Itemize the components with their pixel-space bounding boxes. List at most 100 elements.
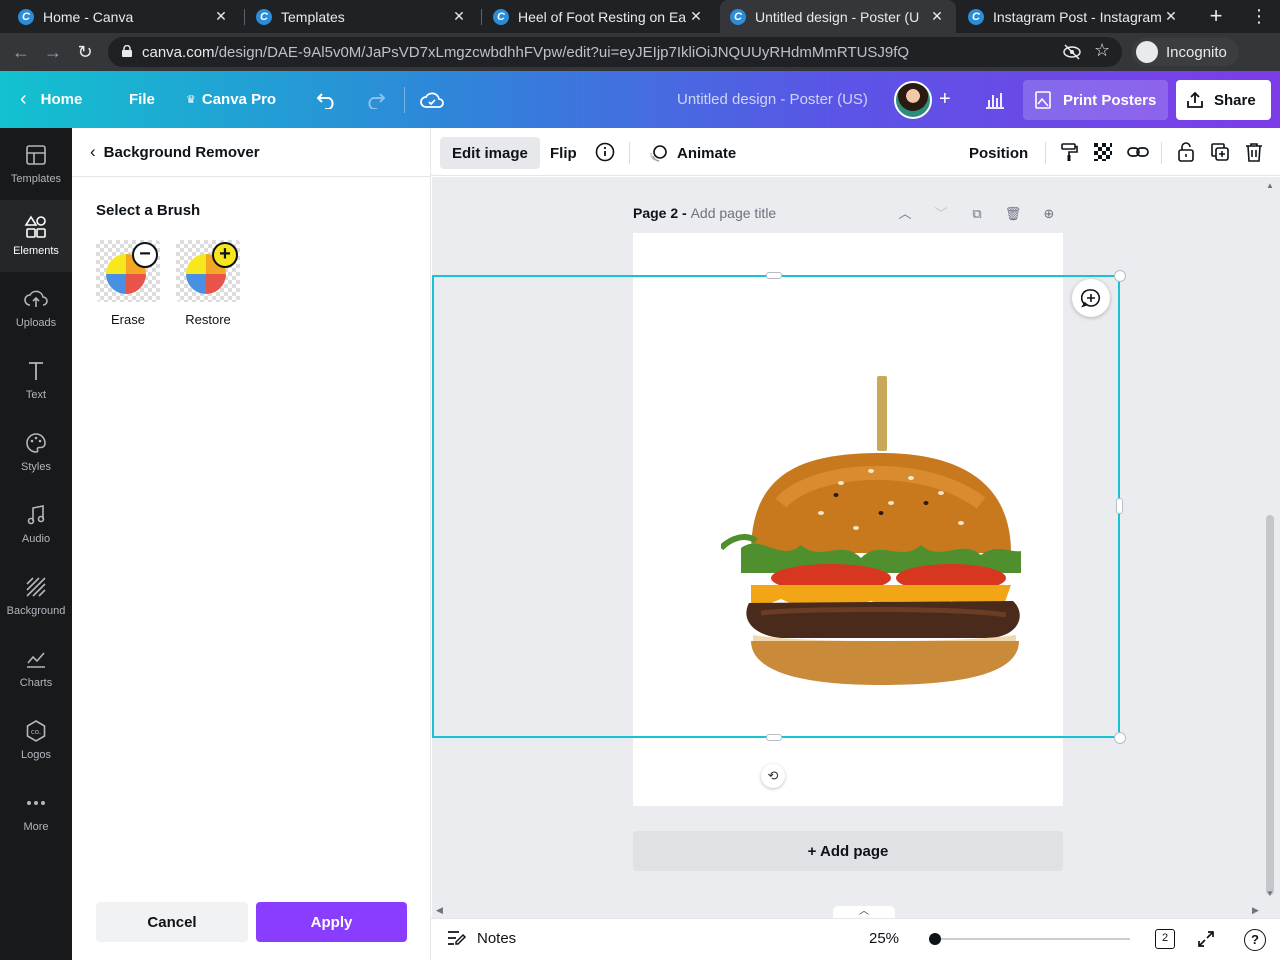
- browser-tab-untitled-design[interactable]: C Untitled design - Poster (U ✕: [720, 0, 956, 33]
- fullscreen-expand-icon[interactable]: [1196, 929, 1216, 949]
- share-upload-icon: [1187, 91, 1203, 108]
- scroll-right-arrow-icon[interactable]: ▶: [1252, 905, 1259, 916]
- redo-button[interactable]: [364, 71, 386, 128]
- zoom-slider-knob[interactable]: [929, 933, 941, 945]
- cancel-button[interactable]: Cancel: [96, 902, 248, 942]
- info-icon[interactable]: [594, 141, 616, 163]
- chevron-down-icon[interactable]: ﹀: [932, 205, 950, 223]
- apply-button[interactable]: Apply: [256, 902, 407, 942]
- resize-handle-right[interactable]: [1116, 498, 1123, 514]
- user-avatar[interactable]: [894, 81, 932, 119]
- rail-label: More: [23, 821, 49, 833]
- close-tab-icon[interactable]: ✕: [212, 8, 230, 25]
- browser-tab-home[interactable]: C Home - Canva ✕: [8, 0, 240, 33]
- undo-button[interactable]: [316, 71, 338, 128]
- position-button[interactable]: Position: [957, 137, 1040, 169]
- rail-item-text[interactable]: Text: [0, 344, 72, 416]
- rail-item-uploads[interactable]: Uploads: [0, 272, 72, 344]
- panel-back-button[interactable]: ‹ Background Remover: [72, 128, 431, 177]
- duplicate-page-icon[interactable]: ⧉: [968, 205, 986, 223]
- scroll-left-arrow-icon[interactable]: ◀: [436, 905, 443, 916]
- flip-button[interactable]: Flip: [538, 137, 589, 169]
- reload-icon[interactable]: ↻: [74, 41, 96, 63]
- print-posters-button[interactable]: Print Posters: [1023, 80, 1168, 120]
- tab-title: Home - Canva: [43, 8, 134, 25]
- insights-button[interactable]: [985, 71, 1005, 128]
- incognito-indicator[interactable]: Incognito: [1132, 38, 1239, 66]
- link-icon[interactable]: [1127, 141, 1149, 163]
- close-tab-icon[interactable]: ✕: [928, 8, 946, 25]
- chevron-up-icon[interactable]: ︿: [896, 205, 914, 223]
- animate-button[interactable]: Animate: [637, 137, 748, 169]
- rail-item-styles[interactable]: Styles: [0, 416, 72, 488]
- edit-image-button[interactable]: Edit image: [440, 137, 540, 169]
- url-host: canva.com: [142, 44, 215, 61]
- close-tab-icon[interactable]: ✕: [450, 8, 468, 25]
- bookmark-star-icon[interactable]: ☆: [1094, 40, 1110, 61]
- notes-button[interactable]: Notes: [447, 929, 516, 947]
- add-page-button[interactable]: + Add page: [633, 831, 1063, 871]
- add-page-icon[interactable]: ⊕: [1040, 205, 1058, 223]
- rail-item-charts[interactable]: Charts: [0, 632, 72, 704]
- help-icon[interactable]: ?: [1244, 929, 1266, 951]
- zoom-slider-track[interactable]: [935, 938, 1130, 940]
- rail-item-audio[interactable]: Audio: [0, 488, 72, 560]
- browser-tab-heel[interactable]: C Heel of Foot Resting on Ea ✕: [483, 0, 715, 33]
- scroll-up-arrow-icon[interactable]: ▲: [1266, 181, 1274, 190]
- file-menu-button[interactable]: File: [129, 71, 155, 128]
- resize-handle-top[interactable]: [766, 272, 782, 279]
- copy-style-paint-roller-icon[interactable]: [1058, 141, 1080, 163]
- rotate-icon[interactable]: ⟲: [761, 764, 785, 788]
- url-input[interactable]: canva.com/design/DAE-9Al5v0M/JaPsVD7xLmg…: [108, 37, 1122, 67]
- eye-off-icon[interactable]: [1063, 44, 1081, 60]
- chevron-left-icon: ‹: [90, 142, 96, 161]
- browser-tab-instagram[interactable]: C Instagram Post - Instagram ✕: [958, 0, 1190, 33]
- forward-arrow-icon[interactable]: →: [42, 41, 64, 63]
- erase-brush-option[interactable]: − Erase: [96, 240, 160, 327]
- page-count-button[interactable]: 2: [1155, 929, 1175, 949]
- rail-item-logos[interactable]: co. Logos: [0, 704, 72, 776]
- resize-handle-bottom[interactable]: [766, 734, 782, 741]
- back-arrow-icon[interactable]: ←: [10, 41, 32, 63]
- page-title-input[interactable]: Add page title: [691, 205, 777, 221]
- redo-icon: [368, 92, 386, 109]
- minus-icon: −: [132, 242, 158, 268]
- rail-item-background[interactable]: Background: [0, 560, 72, 632]
- image-selection-frame[interactable]: [432, 275, 1120, 738]
- cloud-save-status[interactable]: [420, 71, 444, 128]
- transparency-icon[interactable]: [1092, 141, 1114, 163]
- trash-icon[interactable]: [1243, 141, 1265, 163]
- collapse-pages-chevron-icon[interactable]: ︿: [833, 906, 895, 918]
- vertical-scrollbar[interactable]: [1266, 515, 1274, 895]
- tab-divider: [481, 9, 482, 25]
- share-button[interactable]: Share: [1176, 80, 1271, 120]
- design-canvas: Page 2 - Add page title ︿ ﹀ ⧉ 🗑 ⊕ ⟲ + Ad…: [432, 177, 1280, 918]
- notes-label: Notes: [477, 929, 517, 947]
- rail-label: Logos: [21, 749, 51, 761]
- tab-title: Untitled design - Poster (U: [755, 8, 920, 25]
- close-tab-icon[interactable]: ✕: [1162, 8, 1180, 25]
- canva-pro-label: Canva Pro: [201, 91, 277, 108]
- add-comment-button[interactable]: [1072, 279, 1110, 317]
- new-tab-plus-icon[interactable]: +: [1204, 4, 1228, 28]
- rail-item-templates[interactable]: Templates: [0, 128, 72, 200]
- canva-pro-button[interactable]: ♛ Canva Pro: [186, 71, 276, 128]
- browser-menu-icon[interactable]: ⋮: [1248, 5, 1270, 27]
- lock-icon[interactable]: [1175, 141, 1197, 163]
- home-button[interactable]: ‹ Home: [20, 71, 82, 128]
- restore-brush-option[interactable]: + Restore: [176, 240, 240, 327]
- close-tab-icon[interactable]: ✕: [687, 8, 705, 25]
- delete-page-icon[interactable]: 🗑: [1004, 205, 1022, 223]
- duplicate-icon[interactable]: [1209, 141, 1231, 163]
- rail-item-elements[interactable]: Elements: [0, 200, 72, 272]
- rail-item-more[interactable]: More: [0, 776, 72, 848]
- zoom-level[interactable]: 25%: [869, 930, 899, 947]
- resize-handle-bottom-right[interactable]: [1114, 732, 1126, 744]
- document-title[interactable]: Untitled design - Poster (US): [677, 71, 868, 128]
- scroll-down-arrow-icon[interactable]: ▼: [1266, 889, 1274, 898]
- rail-label: Styles: [21, 461, 51, 473]
- undo-icon: [316, 92, 334, 109]
- resize-handle-top-right[interactable]: [1114, 270, 1126, 282]
- browser-tab-templates[interactable]: C Templates ✕: [246, 0, 478, 33]
- add-collaborator-plus-icon[interactable]: +: [939, 71, 951, 128]
